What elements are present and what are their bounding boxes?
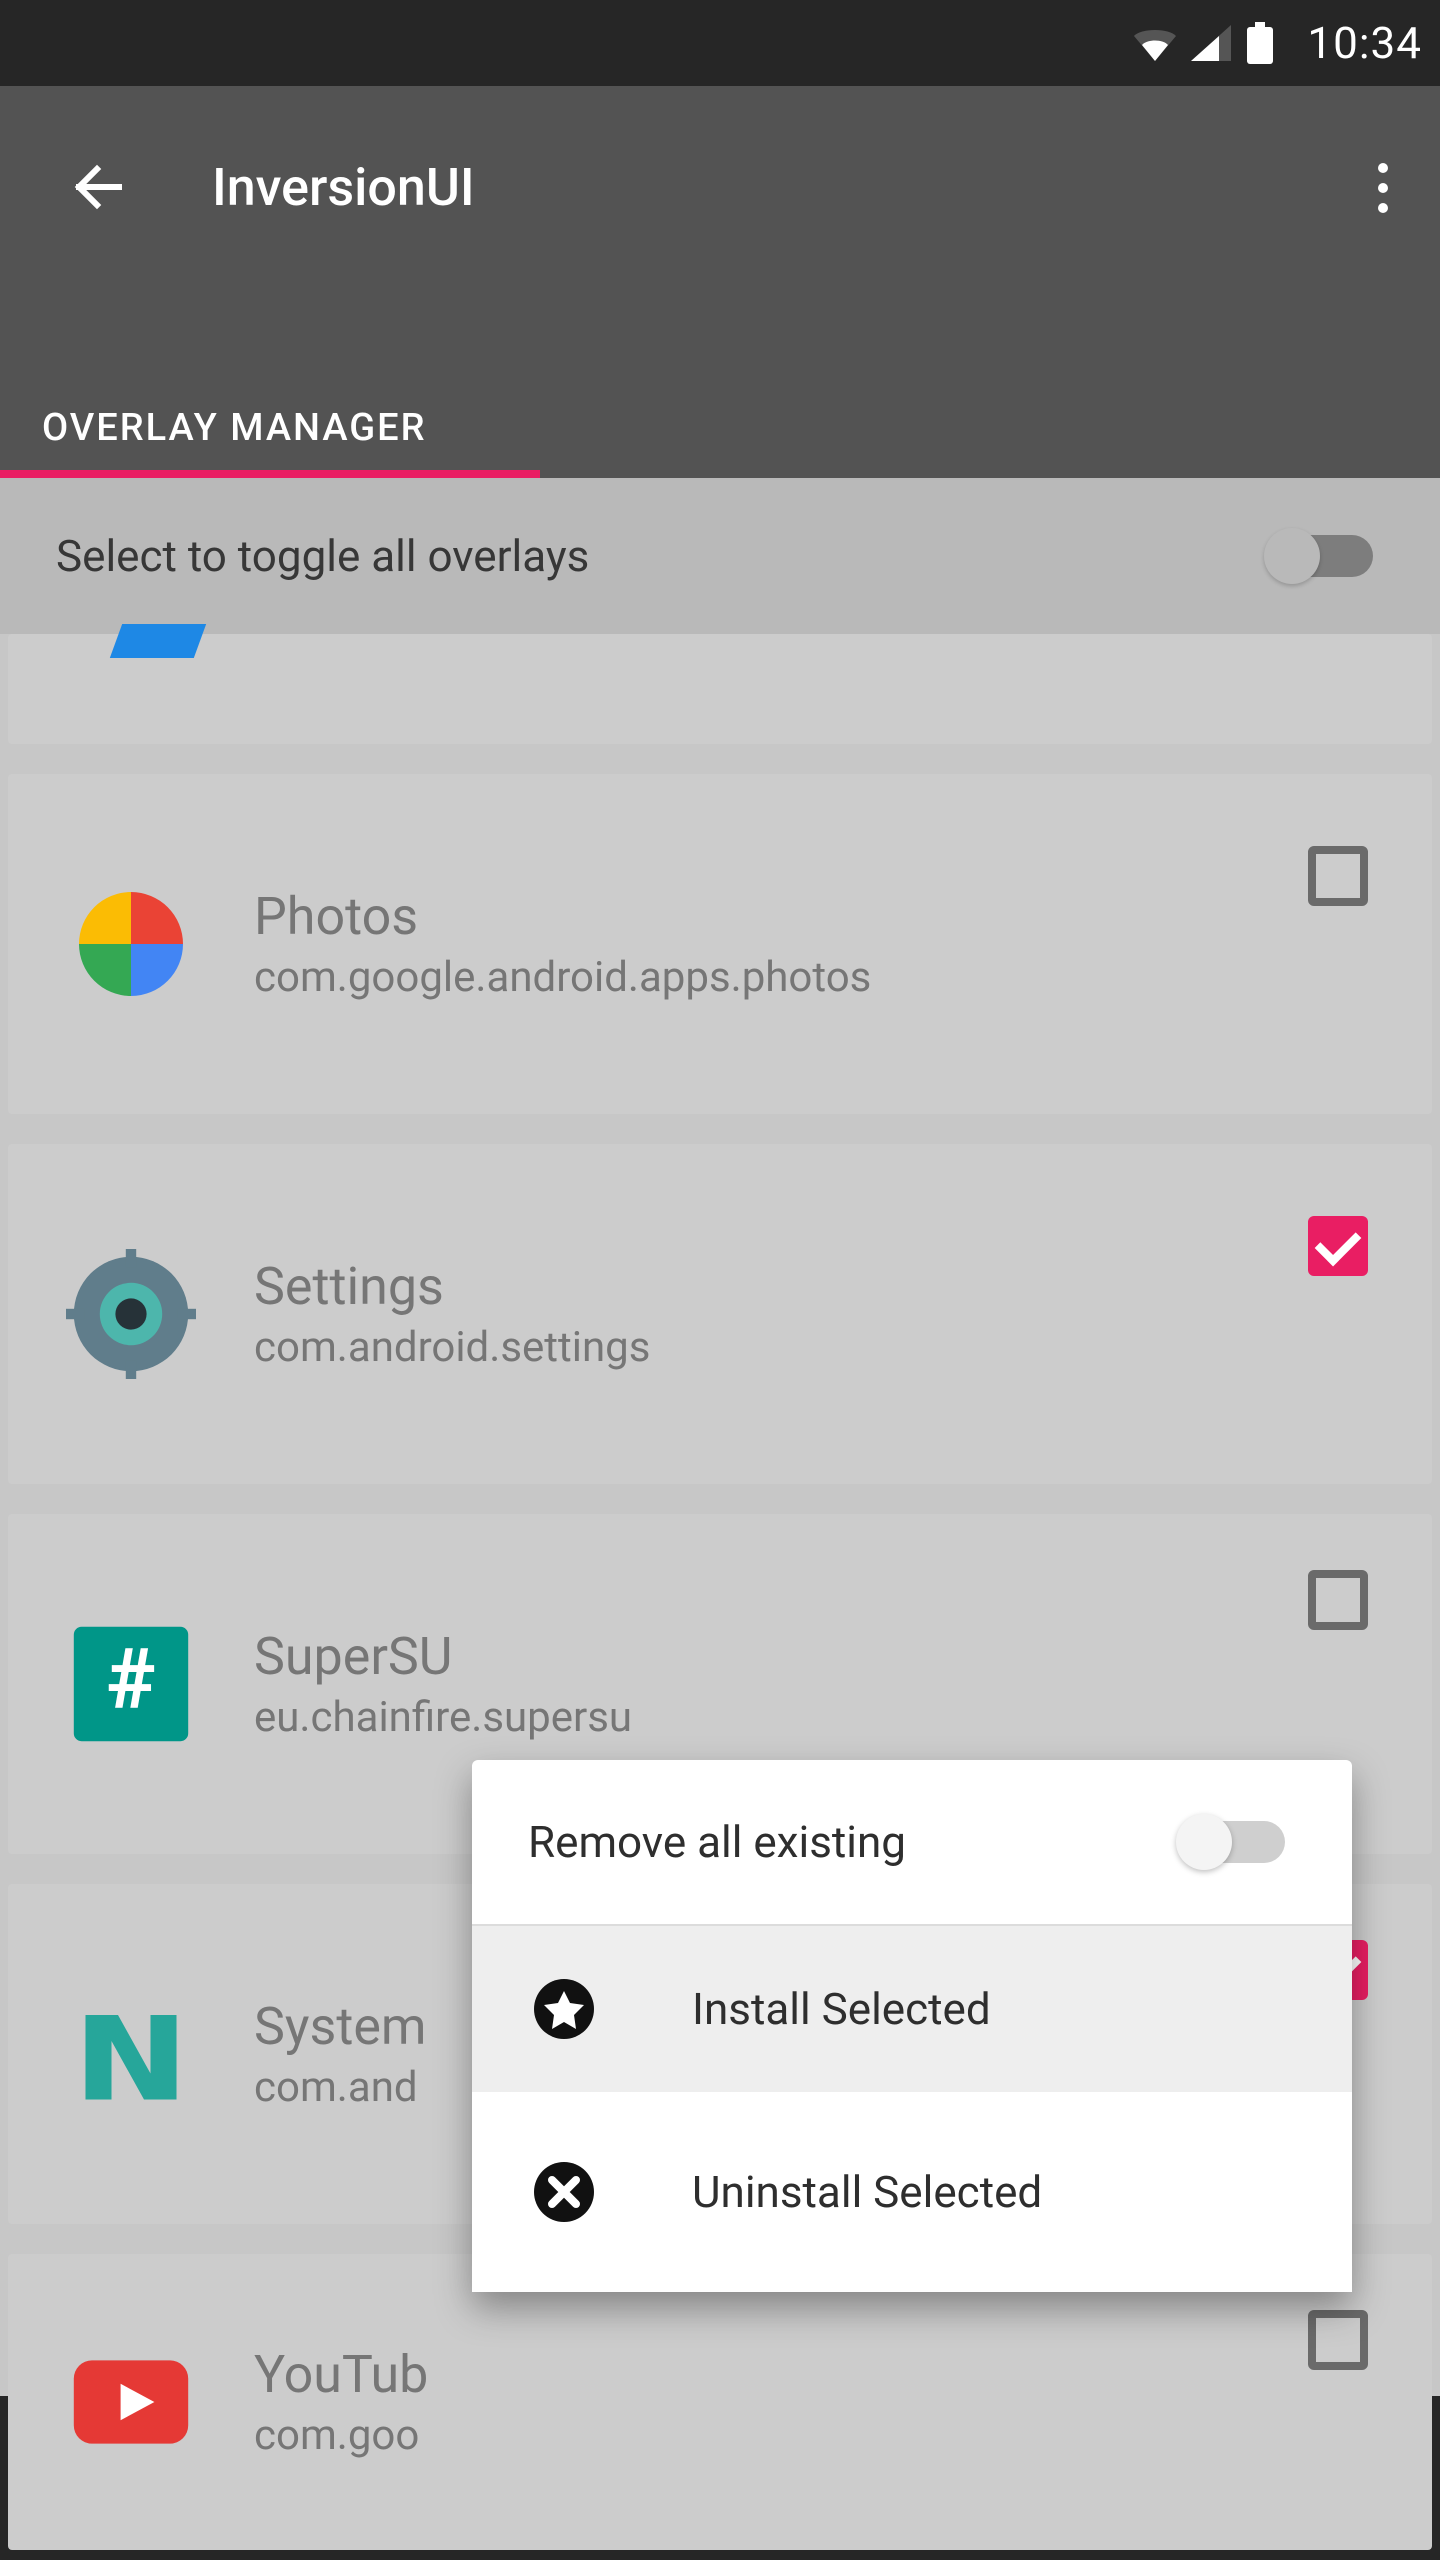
checkbox[interactable] [1308,2310,1368,2370]
popup-remove-label: Remove all existing [528,1816,906,1868]
action-popup: Remove all existing Install Selected Uni… [472,1760,1352,2292]
youtube-icon [56,2327,206,2477]
tab-indicator [0,470,540,478]
list-item[interactable]: YouTub com.goo [8,2254,1432,2550]
app-name: Settings [254,1256,650,1317]
arrow-left-icon [69,158,127,216]
app-package: com.and [254,2063,427,2112]
cell-signal-icon [1191,25,1231,61]
install-selected-button[interactable]: Install Selected [472,1926,1352,2092]
battery-icon [1245,22,1275,64]
android-n-icon [56,1979,206,2129]
overlay-list: Photos com.google.android.apps.photos Se… [0,634,1440,2396]
app-text: Settings com.android.settings [254,1256,650,1372]
dot-icon [1378,163,1388,173]
popup-remove-switch[interactable] [1180,1815,1296,1869]
overflow-menu-button[interactable] [1348,148,1418,228]
tab-overlay-manager[interactable]: OVERLAY MANAGER [0,378,469,478]
status-time: 10:34 [1307,17,1422,69]
app-title: InversionUI [212,157,475,218]
x-circle-icon [528,2156,600,2228]
app-header: InversionUI OVERLAY MANAGER [0,86,1440,478]
app-icon [110,624,206,658]
settings-icon [56,1239,206,1389]
star-circle-icon [528,1973,600,2045]
app-name: YouTub [254,2344,428,2405]
toggle-all-row: Select to toggle all overlays [0,478,1440,634]
app-text: SuperSU eu.chainfire.supersu [254,1626,632,1742]
app-package: eu.chainfire.supersu [254,1693,632,1742]
supersu-icon: # [56,1609,206,1759]
app-package: com.android.settings [254,1323,650,1372]
checkbox[interactable] [1308,1570,1368,1630]
uninstall-selected-label: Uninstall Selected [692,2166,1042,2218]
popup-remove-row: Remove all existing [472,1760,1352,1926]
checkbox[interactable] [1308,1216,1368,1276]
list-item[interactable] [8,634,1432,744]
app-text: System com.and [254,1996,427,2112]
app-name: Photos [254,886,871,947]
app-package: com.google.android.apps.photos [254,953,871,1002]
photos-icon [56,869,206,1019]
install-selected-label: Install Selected [692,1983,991,2035]
switch-thumb [1176,1814,1232,1870]
tab-row: OVERLAY MANAGER [0,378,1440,478]
wifi-icon [1133,25,1177,61]
app-package: com.goo [254,2411,428,2460]
svg-text:#: # [106,1631,155,1728]
dot-icon [1378,203,1388,213]
checkbox[interactable] [1308,846,1368,906]
dot-icon [1378,183,1388,193]
switch-thumb [1264,528,1320,584]
app-text: Photos com.google.android.apps.photos [254,886,871,1002]
app-bar: InversionUI [0,86,1440,288]
toggle-all-label: Select to toggle all overlays [56,530,589,582]
list-item[interactable]: Settings com.android.settings [8,1144,1432,1484]
app-name: SuperSU [254,1626,632,1687]
list-item[interactable]: Photos com.google.android.apps.photos [8,774,1432,1114]
status-icons: 10:34 [1133,17,1422,69]
toggle-all-switch[interactable] [1268,529,1384,583]
back-button[interactable] [60,149,136,225]
uninstall-selected-button[interactable]: Uninstall Selected [472,2092,1352,2292]
status-bar: 10:34 [0,0,1440,86]
app-name: System [254,1996,427,2057]
app-text: YouTub com.goo [254,2344,428,2460]
